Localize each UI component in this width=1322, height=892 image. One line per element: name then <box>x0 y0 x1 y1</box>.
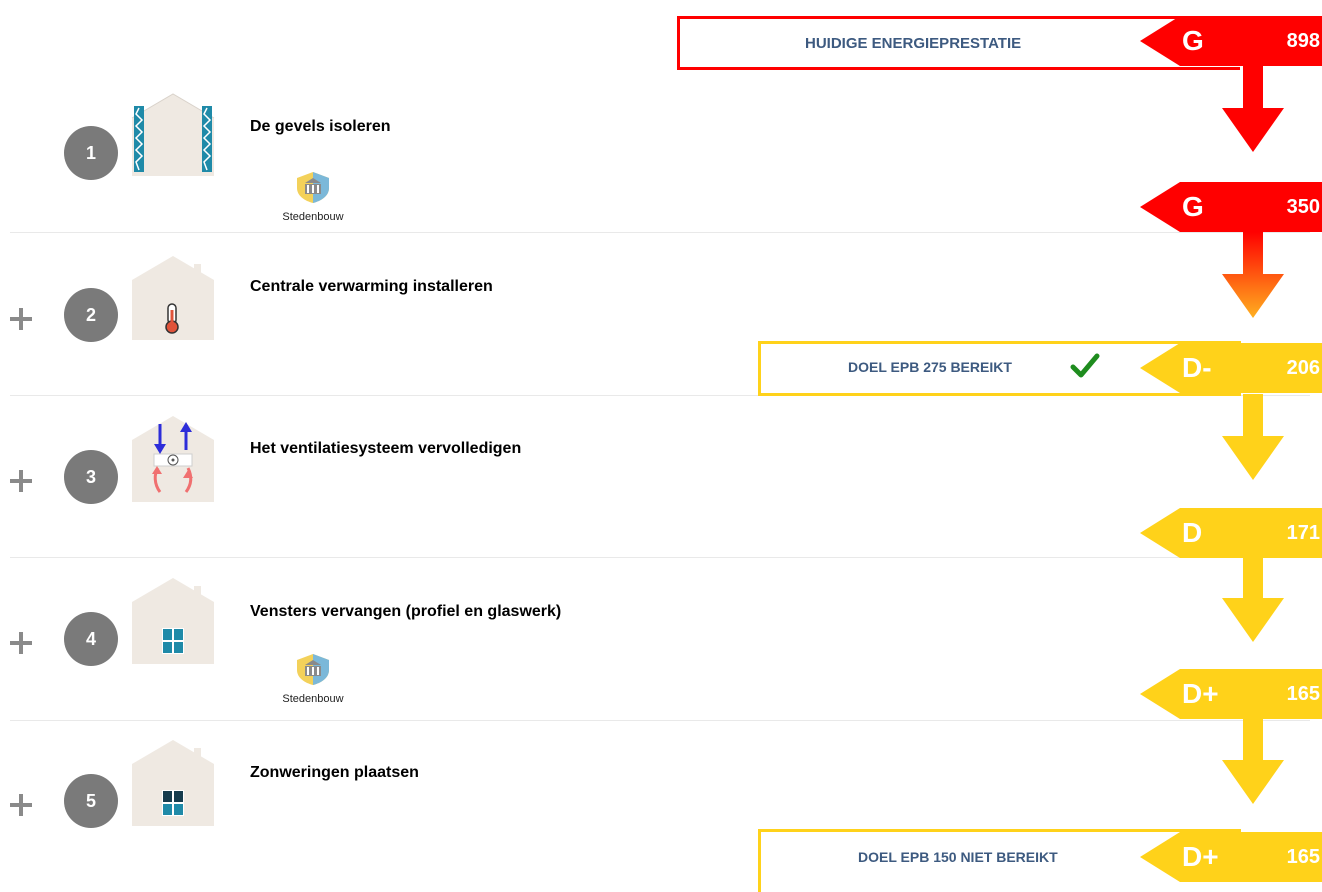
step-1-energy-badge: G 350 <box>1140 182 1322 232</box>
step-5-energy-badge: D+ 165 <box>1140 832 1322 882</box>
step-1-number: 1 <box>64 126 118 180</box>
step-3-number: 3 <box>64 450 118 504</box>
step-5-number: 5 <box>64 774 118 828</box>
current-energy-badge: G 898 <box>1140 16 1322 66</box>
step-4-title: Vensters vervangen (profiel en glaswerk) <box>250 603 562 620</box>
heritage-shield-icon <box>297 654 329 685</box>
step-2-value: 206 <box>1286 357 1320 379</box>
step-4-number: 4 <box>64 612 118 666</box>
step-1-value: 350 <box>1286 196 1320 218</box>
step-3-title: Het ventilatiesysteem vervolledigen <box>250 440 522 457</box>
current-performance-label: HUIDIGE ENERGIEPRESTATIE <box>805 35 1022 52</box>
step-4-grade: D+ <box>1182 678 1219 709</box>
down-arrow-icon <box>1222 232 1284 318</box>
check-icon <box>1070 353 1100 378</box>
step-5-title: Zonweringen plaatsen <box>250 764 419 781</box>
step-1-title: De gevels isoleren <box>250 118 391 135</box>
heritage-text: Stedenbouw <box>282 211 344 223</box>
plus-icon <box>10 632 32 654</box>
heritage-label-4: Stedenbouw <box>268 652 358 705</box>
step-5-grade: D+ <box>1182 841 1219 872</box>
current-grade: G <box>1182 25 1204 56</box>
row-separator <box>10 720 1310 721</box>
current-value: 898 <box>1286 30 1320 52</box>
step-1-grade: G <box>1182 191 1204 222</box>
down-arrow-icon <box>1222 66 1284 152</box>
down-arrow-icon <box>1222 556 1284 642</box>
step-3-energy-badge: D 171 <box>1140 508 1322 558</box>
plus-icon <box>10 308 32 330</box>
central-heating-icon <box>132 256 214 340</box>
step-2-title: Centrale verwarming installeren <box>250 278 493 295</box>
step-2-number: 2 <box>64 288 118 342</box>
window-replacement-icon <box>132 578 214 664</box>
step-3-value: 171 <box>1286 522 1320 544</box>
step-4-energy-badge: D+ 165 <box>1140 669 1322 719</box>
step-3-grade: D <box>1182 517 1203 548</box>
row-separator <box>10 232 1310 233</box>
step-4-value: 165 <box>1286 683 1320 705</box>
plus-icon <box>10 470 32 492</box>
ventilation-icon <box>132 416 214 502</box>
facade-insulation-icon <box>131 93 215 176</box>
heritage-shield-icon <box>297 172 329 203</box>
goal-label-2: DOEL EPB 150 NIET BEREIKT <box>858 849 1058 865</box>
row-separator <box>10 557 1310 558</box>
sun-shading-icon <box>132 740 214 826</box>
goal-label-1: DOEL EPB 275 BEREIKT <box>848 359 1012 375</box>
plus-icon <box>10 794 32 816</box>
down-arrow-icon <box>1222 718 1284 804</box>
heritage-text: Stedenbouw <box>282 693 344 705</box>
step-2-energy-badge: D- 206 <box>1140 343 1322 393</box>
step-5-value: 165 <box>1286 846 1320 868</box>
heritage-label-1: Stedenbouw <box>268 170 358 223</box>
step-2-grade: D- <box>1182 352 1212 383</box>
down-arrow-icon <box>1222 394 1284 480</box>
